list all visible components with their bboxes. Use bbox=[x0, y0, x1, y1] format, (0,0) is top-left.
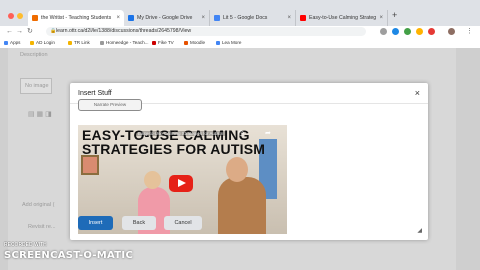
close-tab-icon[interactable]: × bbox=[287, 15, 291, 21]
site-icon bbox=[184, 41, 188, 45]
bookmark-ad-login[interactable]: AD Login bbox=[30, 38, 55, 48]
lock-icon: 🔒 bbox=[50, 28, 57, 34]
preview-button[interactable]: Narrate Preview bbox=[78, 99, 142, 111]
folder-icon bbox=[68, 41, 72, 45]
dialog-title: Insert Stuff bbox=[78, 90, 112, 97]
close-tab-icon[interactable]: × bbox=[379, 15, 383, 21]
back-arrow-icon[interactable]: ← bbox=[6, 26, 13, 38]
tab-label: Lit 5 - Google Docs bbox=[223, 15, 268, 21]
bookmark-label: Lea More bbox=[222, 40, 242, 45]
toolbar-icons: ▤ ▦ ◨ bbox=[28, 111, 52, 118]
tab-docs[interactable]: Lit 5 - Google Docs × bbox=[210, 10, 296, 26]
close-tab-icon[interactable]: × bbox=[201, 15, 205, 21]
tab-strip: the Writist - Teaching Students × My Dri… bbox=[0, 10, 480, 26]
insert-button[interactable]: Insert bbox=[78, 216, 113, 230]
tab-favicon bbox=[128, 15, 134, 21]
bookmark-fike-tv[interactable]: Fike TV bbox=[152, 38, 174, 48]
window-minimize-icon[interactable] bbox=[17, 13, 23, 19]
bookmark-tr-link[interactable]: TR Link bbox=[68, 38, 90, 48]
bookmark-moodle[interactable]: Moodle bbox=[184, 38, 205, 48]
bookmark-homeedge[interactable]: Homeedge - Teach... bbox=[100, 38, 149, 48]
insert-button-label: Insert bbox=[88, 220, 103, 226]
bookmark-label: Fike TV bbox=[158, 40, 174, 45]
video-adult-figure bbox=[218, 177, 266, 234]
video-wall-picture bbox=[81, 155, 99, 175]
bookmark-label: Moodle bbox=[190, 40, 206, 45]
folder-icon bbox=[30, 41, 34, 45]
bookmark-label: TR Link bbox=[74, 40, 90, 45]
tab-drive[interactable]: My Drive - Google Drive × bbox=[124, 10, 210, 26]
profile-avatar[interactable] bbox=[448, 28, 455, 35]
tab-youtube[interactable]: Easy-to-Use Calming Strateg × bbox=[296, 10, 388, 26]
browser-chrome: the Writist - Teaching Students × My Dri… bbox=[0, 0, 480, 49]
cancel-button[interactable]: Cancel bbox=[164, 216, 202, 230]
tab-label: Easy-to-Use Calming Strateg bbox=[309, 15, 377, 21]
video-meta-title[interactable]: Easy-to-Use Calming Strategies for Autis… bbox=[136, 131, 226, 136]
close-tab-icon[interactable]: × bbox=[116, 15, 120, 21]
extension-icon[interactable] bbox=[428, 28, 435, 35]
extension-icon[interactable] bbox=[404, 28, 411, 35]
tab-label: My Drive - Google Drive bbox=[137, 15, 193, 21]
extension-icon[interactable] bbox=[380, 28, 387, 35]
video-child-head bbox=[144, 171, 161, 189]
insert-stuff-dialog: Insert Stuff × Narrate Preview EASY-TO-U… bbox=[70, 83, 428, 240]
reload-icon[interactable]: ↻ bbox=[27, 26, 33, 38]
watch-later-icon[interactable]: ◷ bbox=[238, 129, 244, 137]
tab-writist[interactable]: the Writist - Teaching Students × bbox=[28, 10, 124, 26]
forward-arrow-icon[interactable]: → bbox=[16, 26, 23, 38]
resize-handle-icon[interactable]: ◢ bbox=[417, 227, 422, 234]
site-icon bbox=[100, 41, 104, 45]
bookmark-lea-more[interactable]: Lea More bbox=[216, 38, 241, 48]
tab-favicon bbox=[214, 15, 220, 21]
address-bar[interactable]: learn.ottr.ca/d2l/le/1388/discussions/th… bbox=[46, 27, 366, 36]
field-text: No image bbox=[25, 83, 49, 89]
window-close-icon[interactable] bbox=[8, 13, 14, 19]
extension-icon[interactable] bbox=[416, 28, 423, 35]
background-field: No image bbox=[20, 78, 52, 94]
tab-favicon bbox=[300, 15, 306, 21]
bookmark-apps[interactable]: Apps bbox=[4, 38, 20, 48]
close-icon[interactable]: × bbox=[415, 88, 420, 98]
address-row: ← → ↻ learn.ottr.ca/d2l/le/1388/discussi… bbox=[0, 26, 480, 38]
bookmark-label: AD Login bbox=[36, 40, 55, 45]
menu-icon[interactable]: ⋮ bbox=[466, 26, 473, 38]
url-text: learn.ottr.ca/d2l/le/1388/discussions/th… bbox=[56, 28, 192, 34]
site-icon bbox=[152, 41, 156, 45]
back-button[interactable]: Back bbox=[122, 216, 156, 230]
tab-label: the Writist - Teaching Students bbox=[41, 15, 112, 21]
tab-favicon bbox=[32, 15, 38, 21]
site-icon bbox=[216, 41, 220, 45]
back-button-label: Back bbox=[132, 220, 146, 226]
play-button-icon[interactable] bbox=[169, 175, 193, 192]
reminder-text: Revisit re... bbox=[28, 224, 56, 230]
cancel-button-label: Cancel bbox=[174, 220, 192, 226]
apps-icon bbox=[4, 41, 8, 45]
bookmark-label: Apps bbox=[10, 40, 21, 45]
watermark-line1: RECORDED WITH bbox=[4, 242, 47, 248]
description-label: Description bbox=[20, 52, 48, 58]
extension-icon[interactable] bbox=[392, 28, 399, 35]
add-original-text: Add original ( bbox=[22, 202, 55, 208]
watermark-line2: SCREENCAST-O-MATIC bbox=[4, 250, 134, 261]
preview-button-label: Narrate Preview bbox=[93, 102, 127, 107]
new-tab-icon[interactable]: + bbox=[392, 10, 397, 20]
video-adult-head bbox=[226, 157, 248, 182]
share-icon[interactable]: ➦ bbox=[265, 129, 271, 137]
bookmark-label: Homeedge - Teach... bbox=[106, 40, 149, 45]
